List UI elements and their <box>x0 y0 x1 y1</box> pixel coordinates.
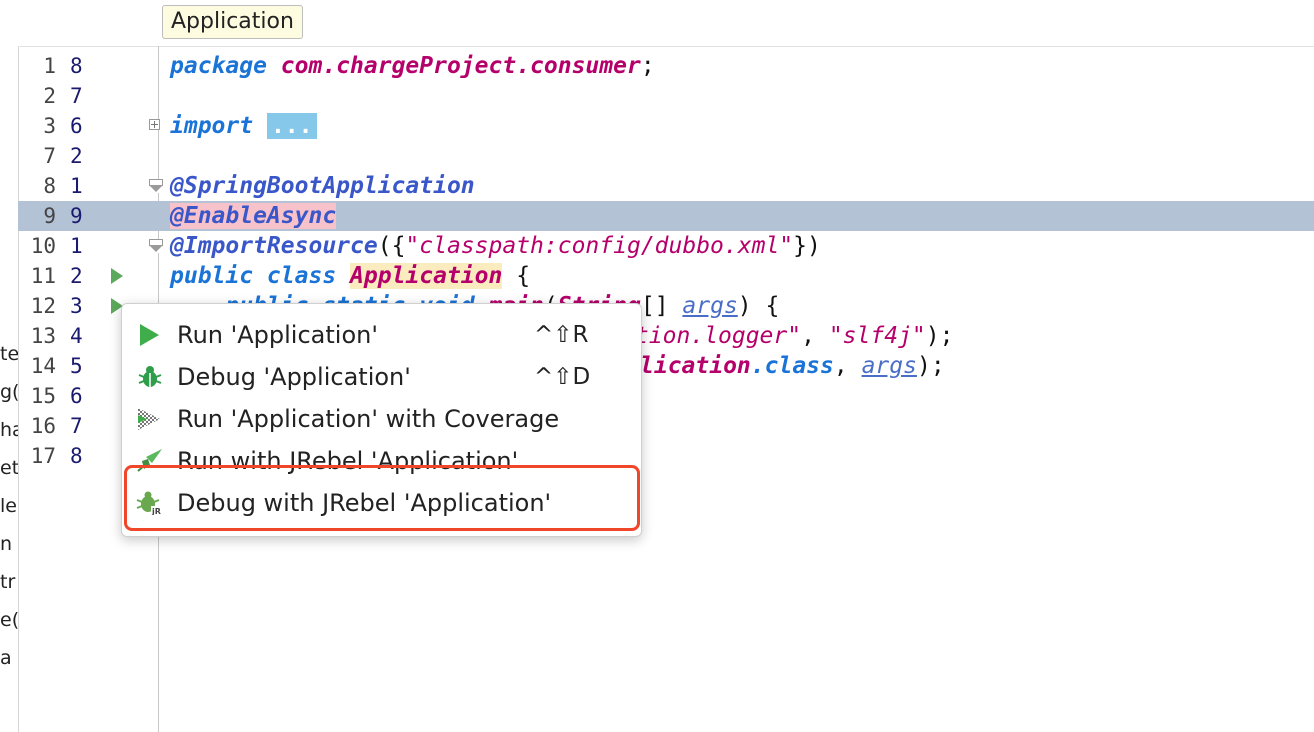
panel-text-fragment: et <box>0 457 19 479</box>
menu-item-label: Debug 'Application' <box>177 363 411 391</box>
keyword: package <box>170 53 267 79</box>
brace: { <box>516 263 531 289</box>
comma: , <box>801 323 829 349</box>
line-number: 15 <box>30 384 56 408</box>
line-number: 12 <box>30 294 56 318</box>
svg-text:jR: jR <box>151 507 161 515</box>
keyword: import <box>170 113 254 139</box>
menu-item-shortcut: ^⇧D <box>534 364 591 390</box>
line-number: 17 <box>30 444 56 468</box>
annotation: @ImportResource <box>170 233 378 259</box>
jrebel-debug-icon: jR <box>136 491 162 515</box>
menu-item-run[interactable]: Run 'Application' ^⇧R <box>122 314 641 356</box>
semicolon: ; <box>640 53 655 79</box>
code-line[interactable]: 10 1 @ImportResource({"classpath:config/… <box>18 231 1314 261</box>
code-line[interactable]: 11 2 public class Application { <box>18 261 1314 291</box>
array-brackets: [] <box>640 293 669 319</box>
breadcrumb-class-application[interactable]: Application <box>162 5 303 39</box>
code-line[interactable]: 2 7 <box>18 81 1314 111</box>
code-line[interactable]: 8 1 @SpringBootApplication <box>18 171 1314 201</box>
panel-text-fragment: n <box>0 533 13 555</box>
code-line[interactable]: 3 6 import ... <box>18 111 1314 141</box>
paren: ) { <box>737 293 780 319</box>
menu-item-debug-jrebel[interactable]: jR Debug with JRebel 'Application' <box>122 482 641 524</box>
revision-number: 1 <box>70 174 83 198</box>
menu-item-label: Debug with JRebel 'Application' <box>177 489 552 517</box>
parameter: args <box>861 353 917 379</box>
revision-number: 8 <box>70 54 83 78</box>
run-icon <box>140 324 159 346</box>
menu-item-shortcut: ^⇧R <box>534 322 589 348</box>
panel-text-fragment: g( <box>0 381 19 403</box>
fold-expand-icon[interactable] <box>149 119 160 130</box>
run-context-popup: Run 'Application' ^⇧R Debug 'Application… <box>121 303 642 537</box>
revision-number: 3 <box>70 294 83 318</box>
debug-icon <box>138 366 162 387</box>
package-name: com.chargeProject.consumer <box>280 53 641 79</box>
line-number: 10 <box>30 234 56 258</box>
brace: }) <box>793 233 821 259</box>
keyword: public class <box>170 263 337 289</box>
panel-text-fragment: e( <box>0 609 19 631</box>
menu-item-debug[interactable]: Debug 'Application' ^⇧D <box>122 356 641 398</box>
string-literal: "classpath:config/dubbo.xml" <box>405 233 794 259</box>
line-number: 8 <box>43 174 56 198</box>
line-number: 11 <box>30 264 56 288</box>
revision-number: 2 <box>70 144 83 168</box>
code-line[interactable]: 1 8 package com.chargeProject.consumer; <box>18 51 1314 81</box>
line-number: 14 <box>30 354 56 378</box>
breadcrumb-bar: Application <box>18 0 1314 47</box>
paren: ); <box>916 353 945 379</box>
panel-text-fragment: a <box>0 647 12 669</box>
class-name: Application <box>350 263 503 289</box>
menu-item-run-coverage[interactable]: Run 'Application' with Coverage <box>122 398 641 440</box>
revision-number: 6 <box>70 114 83 138</box>
string-literal: "slf4j" <box>828 323 926 349</box>
line-number: 2 <box>43 84 56 108</box>
keyword: .class <box>750 353 834 379</box>
revision-number: 9 <box>70 204 83 228</box>
coverage-icon <box>138 408 160 430</box>
revision-number: 4 <box>70 324 83 348</box>
revision-number: 7 <box>70 84 83 108</box>
paren: ); <box>925 323 954 349</box>
revision-number: 1 <box>70 234 83 258</box>
jrebel-run-icon <box>137 449 162 472</box>
run-gutter-icon[interactable] <box>111 268 123 284</box>
menu-item-run-jrebel[interactable]: Run with JRebel 'Application' <box>122 440 641 482</box>
folded-imports[interactable]: ... <box>266 113 317 139</box>
revision-number: 7 <box>70 414 83 438</box>
revision-number: 8 <box>70 444 83 468</box>
project-panel-edge: te g( ha et le n tr e( a <box>0 0 19 732</box>
fold-collapse-icon[interactable] <box>149 179 163 193</box>
line-number: 13 <box>30 324 56 348</box>
line-number: 7 <box>43 144 56 168</box>
annotation: @SpringBootApplication <box>170 173 475 199</box>
panel-text-fragment: ha <box>0 419 18 441</box>
panel-text-fragment: tr <box>0 571 16 593</box>
line-number: 1 <box>43 54 56 78</box>
annotation-error: @EnableAsync <box>170 203 337 229</box>
line-number: 9 <box>43 204 56 228</box>
class-name: lication <box>640 353 751 379</box>
panel-text-fragment: le <box>0 495 17 517</box>
comma: , <box>833 353 862 379</box>
fold-collapse-icon[interactable] <box>149 239 163 253</box>
line-number: 3 <box>43 114 56 138</box>
menu-item-label: Run with JRebel 'Application' <box>177 447 519 475</box>
brace: ({ <box>377 233 406 259</box>
panel-text-fragment: te <box>0 343 19 365</box>
menu-item-label: Run 'Application' with Coverage <box>177 405 560 433</box>
code-line-current[interactable]: 9 9 @EnableAsync <box>18 201 1314 231</box>
revision-number: 2 <box>70 264 83 288</box>
parameter: args <box>682 293 738 319</box>
code-line[interactable]: 7 2 <box>18 141 1314 171</box>
revision-number: 6 <box>70 384 83 408</box>
revision-number: 5 <box>70 354 83 378</box>
menu-item-label: Run 'Application' <box>177 321 378 349</box>
line-number: 16 <box>30 414 56 438</box>
